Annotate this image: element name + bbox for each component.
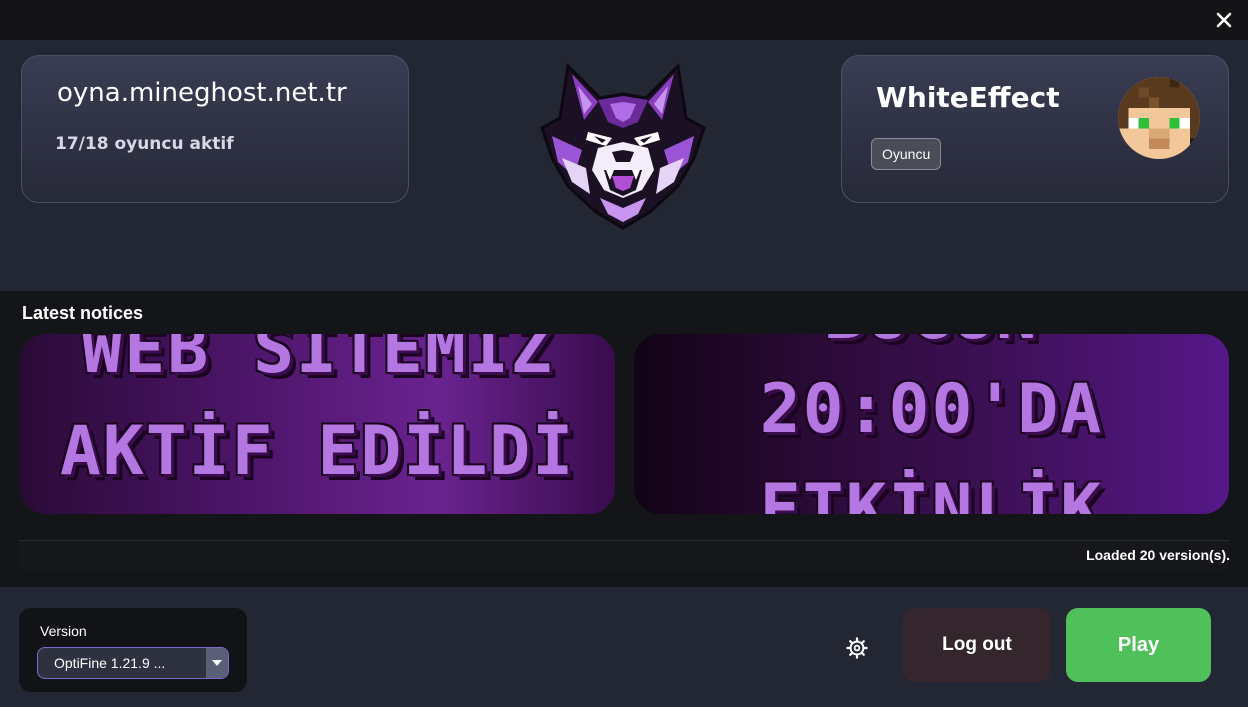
notice-line: WEB SİTEMİZ — [81, 334, 554, 389]
username: WhiteEffect — [876, 81, 1060, 114]
logout-button[interactable]: Log out — [903, 608, 1051, 682]
header: oyna.mineghost.net.tr 17/18 oyuncu aktif — [0, 40, 1248, 291]
title-bar — [0, 0, 1248, 40]
close-icon — [1216, 12, 1232, 28]
notices-panel: Latest notices WEB SİTEMİZ AKTİF EDİLDİ … — [0, 291, 1248, 587]
notice-line: ETKİNLİK — [759, 470, 1104, 514]
notice-banner[interactable]: BUGÜN 20:00'DA ETKİNLİK — [634, 334, 1229, 514]
play-button[interactable]: Play — [1066, 608, 1211, 682]
gear-icon — [846, 637, 868, 659]
player-skin-avatar-icon — [1118, 77, 1200, 159]
footer: Version OptiFine 1.21.9 ... Log out Play — [0, 587, 1248, 707]
settings-button[interactable] — [842, 633, 872, 663]
close-button[interactable] — [1208, 4, 1240, 36]
notices-scroll-strip — [19, 540, 1229, 572]
notices-title: Latest notices — [22, 303, 144, 323]
chevron-down-icon[interactable] — [206, 648, 228, 678]
notice-line: AKTİF EDİLDİ — [59, 412, 576, 491]
role-badge: Oyuncu — [871, 138, 942, 170]
version-label: Version — [40, 623, 87, 639]
status-text: Loaded 20 version(s). — [1086, 547, 1230, 563]
version-panel: Version OptiFine 1.21.9 ... — [19, 608, 247, 692]
notice-line: BUGÜN — [634, 334, 1229, 355]
server-card[interactable]: oyna.mineghost.net.tr 17/18 oyuncu aktif — [21, 55, 409, 203]
version-dropdown[interactable]: OptiFine 1.21.9 ... — [37, 647, 229, 679]
notice-line: 20:00'DA — [759, 370, 1104, 449]
server-address: oyna.mineghost.net.tr — [57, 78, 347, 108]
server-player-count: 17/18 oyuncu aktif — [55, 134, 234, 154]
user-card[interactable]: WhiteEffect Oyuncu — [841, 55, 1229, 203]
notice-banner[interactable]: WEB SİTEMİZ AKTİF EDİLDİ — [20, 334, 615, 514]
version-value: OptiFine 1.21.9 ... — [54, 655, 166, 671]
wolf-logo-icon — [538, 58, 708, 230]
